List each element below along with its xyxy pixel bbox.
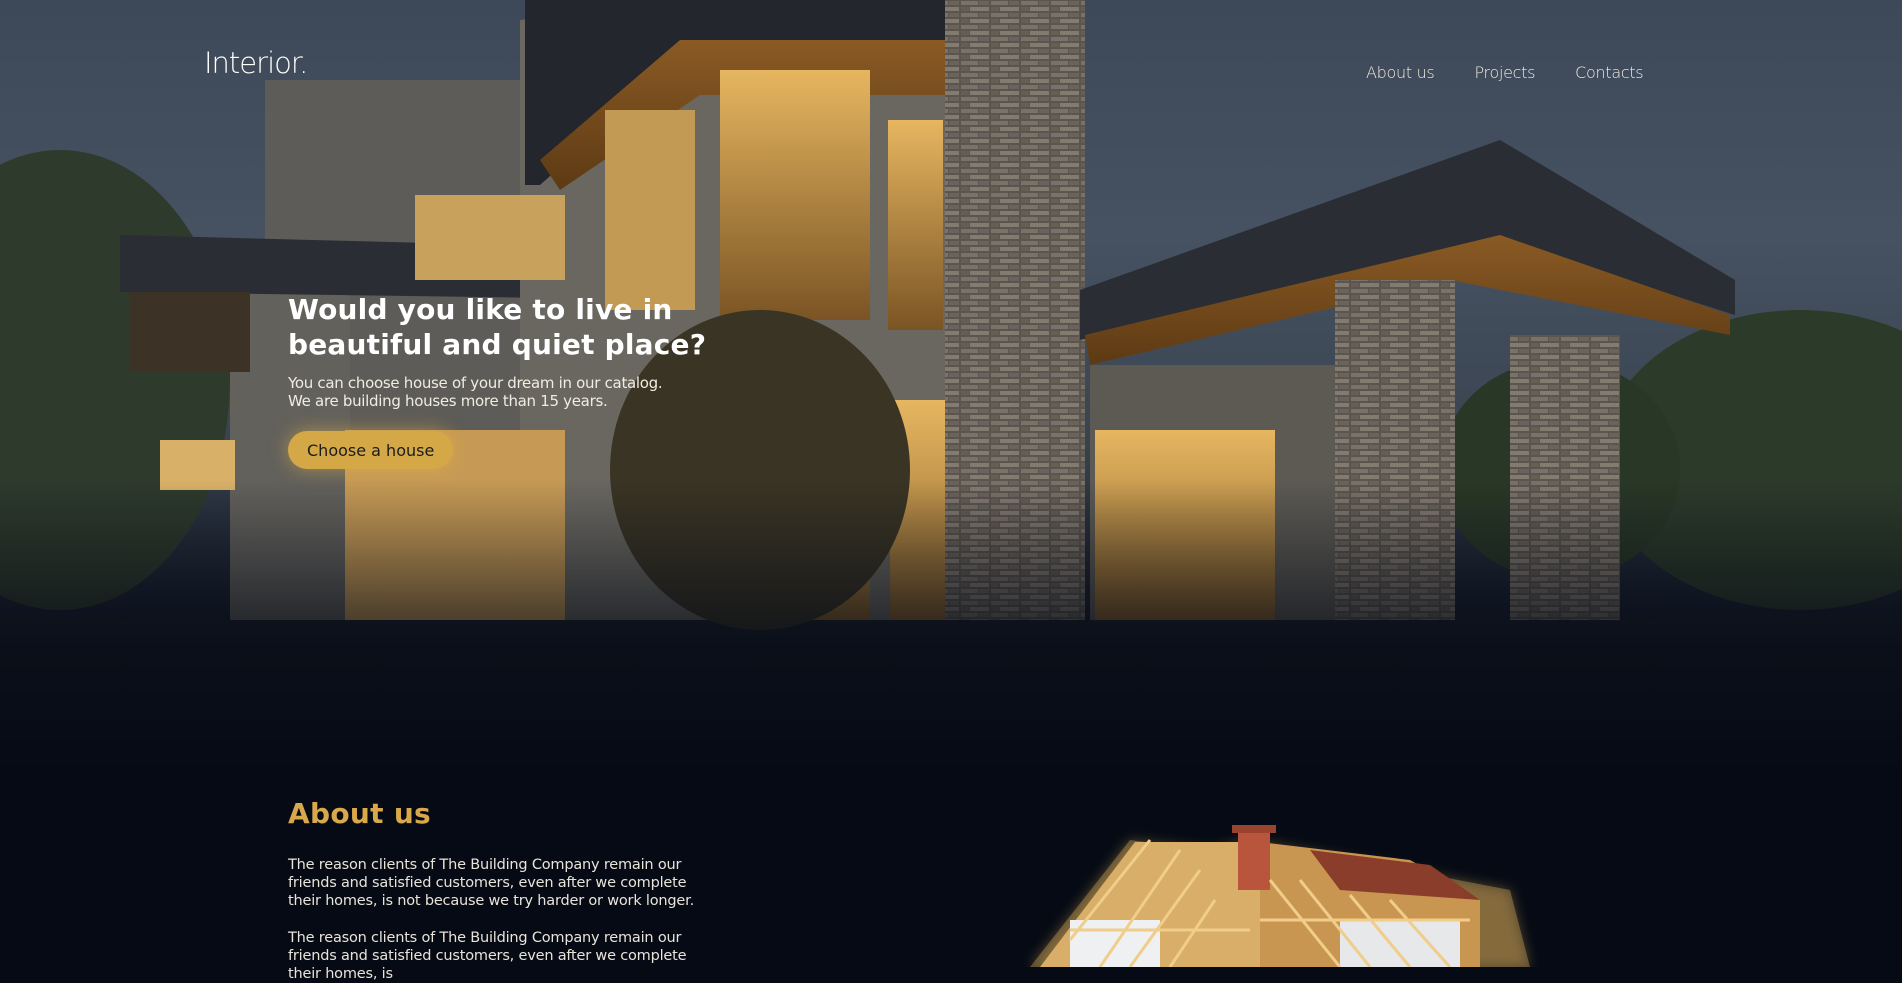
nav-link-projects[interactable]: Projects — [1474, 63, 1535, 82]
house-frame-illustration — [1030, 825, 1530, 967]
about-title: About us — [288, 797, 432, 830]
hero-title: Would you like to live in beautiful and … — [288, 293, 707, 361]
about-paragraph-2: The reason clients of The Building Compa… — [288, 930, 687, 982]
hero-subtitle-line-1: You can choose house of your dream in ou… — [288, 374, 663, 392]
hero-fade-overlay — [0, 480, 1902, 780]
hero-section — [0, 0, 1902, 780]
main-nav: About us Projects Contacts — [1366, 63, 1644, 82]
nav-link-contacts[interactable]: Contacts — [1575, 63, 1643, 82]
logo[interactable]: Interior. — [204, 46, 308, 80]
choose-house-button[interactable]: Choose a house — [288, 431, 454, 469]
hero-subtitle-line-2: We are building houses more than 15 year… — [288, 392, 608, 410]
nav-link-about-us[interactable]: About us — [1366, 63, 1435, 82]
hero-subtitle: You can choose house of your dream in ou… — [288, 374, 708, 410]
about-paragraph-1: The reason clients of The Building Compa… — [288, 857, 694, 909]
